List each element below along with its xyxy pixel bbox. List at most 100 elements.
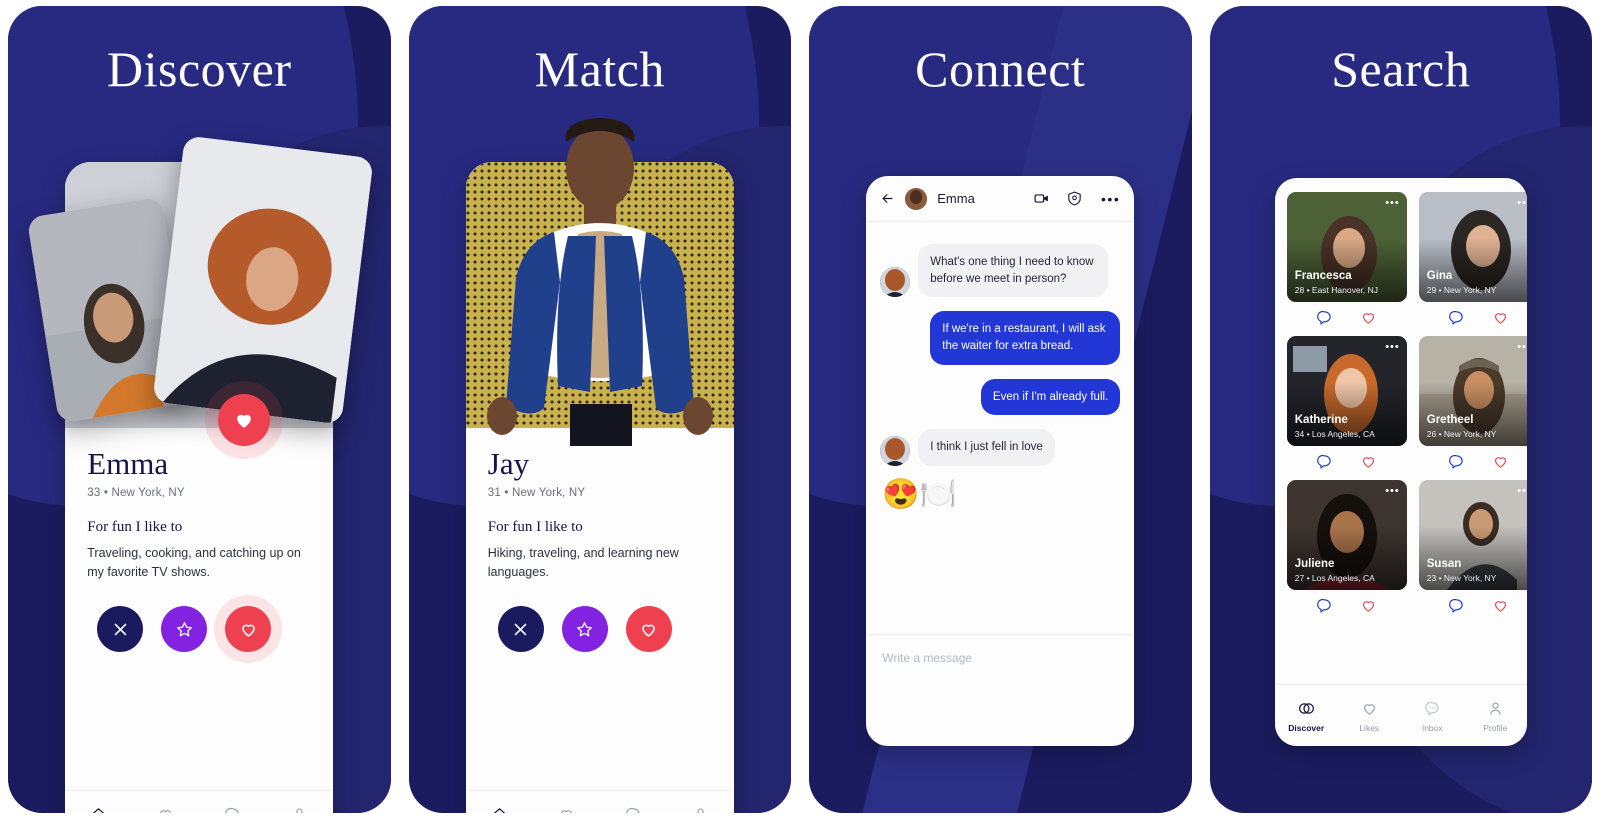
profile-bio: Traveling, cooking, and catching up on m…	[87, 545, 301, 579]
message-composer[interactable]: Write a message	[866, 634, 1135, 746]
profile-actions	[488, 606, 712, 653]
match-person-photo	[450, 116, 750, 451]
profile-card[interactable]: ••• Gretheel 26 • New York, NY	[1418, 336, 1527, 446]
nav-tab-profile[interactable]: Profile	[1464, 699, 1527, 733]
heart-icon	[237, 414, 251, 428]
panel-search: Search ••• Francesca 28 • East Hanover, …	[1209, 6, 1592, 813]
nav-tab-discover[interactable]: Discover	[466, 805, 533, 813]
like-heart-icon[interactable]	[1492, 453, 1509, 470]
message-row-incoming: What's one thing I need to know before w…	[880, 244, 1120, 298]
profile-card[interactable]: ••• Gina 29 • New York, NY	[1418, 192, 1527, 302]
message-icon[interactable]	[1316, 453, 1333, 470]
card-menu-icon[interactable]: •••	[1517, 486, 1527, 497]
video-call-icon[interactable]	[1033, 190, 1050, 207]
grid-item: ••• Katherine 34 • Los Angeles, CA	[1286, 336, 1407, 470]
person-icon	[1464, 699, 1527, 719]
message-icon[interactable]	[1448, 309, 1465, 326]
card-actions	[1287, 446, 1407, 470]
nav-label: Discover	[1288, 722, 1325, 733]
nav-tab-inbox[interactable]: Inbox	[1401, 699, 1464, 733]
message-icon[interactable]	[1316, 309, 1333, 326]
speech-bubble-icon	[199, 805, 266, 813]
like-heart-icon[interactable]	[1360, 453, 1377, 470]
profile-grid: ••• Francesca 28 • East Hanover, NJ •• G…	[1286, 192, 1527, 614]
panel-connect: Connect Emma ••• What's one thing I need…	[809, 6, 1192, 813]
x-icon	[114, 623, 127, 636]
card-menu-icon[interactable]: •••	[1385, 486, 1400, 497]
nav-tab-discover[interactable]: Discover	[1275, 699, 1338, 733]
grid-item: ••• Gina 29 • New York, NY	[1418, 192, 1527, 326]
card-actions	[1287, 302, 1407, 326]
heart-icon	[642, 624, 656, 637]
nav-tab-likes[interactable]: Likes	[132, 805, 199, 813]
profile-card[interactable]: ••• Juliene 27 • Los Angeles, CA	[1286, 480, 1407, 590]
profile-details: Emma 33 • New York, NY For fun I like to…	[65, 428, 333, 653]
nav-tab-profile[interactable]: Profile	[266, 805, 333, 813]
card-name: Gina	[1426, 270, 1453, 282]
star-icon	[577, 621, 593, 637]
profile-card[interactable]: ••• Francesca 28 • East Hanover, NJ	[1286, 192, 1407, 302]
nav-tab-discover[interactable]: Discover	[65, 805, 132, 813]
more-options-icon[interactable]: •••	[1101, 192, 1120, 206]
profile-meta: 31 • New York, NY	[487, 486, 586, 499]
back-arrow-icon[interactable]	[880, 191, 895, 206]
like-heart-icon[interactable]	[1360, 597, 1377, 614]
search-results: ••• Francesca 28 • East Hanover, NJ •• G…	[1275, 178, 1527, 614]
shield-icon[interactable]	[1066, 190, 1083, 207]
card-meta: 34 • Los Angeles, CA	[1294, 429, 1375, 439]
card-actions	[1287, 590, 1407, 614]
profile-card[interactable]: ••• Katherine 34 • Los Angeles, CA	[1286, 336, 1407, 446]
card-menu-icon[interactable]: •••	[1385, 198, 1400, 209]
avatar[interactable]	[905, 187, 928, 210]
bottom-nav: Discover Likes Inbox Profile	[1274, 684, 1527, 746]
like-heart-icon[interactable]	[1360, 309, 1377, 326]
profile-name: Emma	[87, 446, 169, 481]
card-menu-icon[interactable]: •••	[1517, 342, 1527, 353]
bottom-nav: Discover Likes Inbox Profile	[465, 790, 734, 813]
speech-bubble-icon	[600, 805, 667, 813]
profile-card[interactable]: ••• Susan 23 • New York, NY	[1418, 480, 1527, 590]
superlike-button[interactable]	[161, 606, 208, 653]
card-menu-icon[interactable]: •••	[1517, 198, 1527, 209]
like-heart-icon[interactable]	[1492, 597, 1509, 614]
card-meta: 29 • New York, NY	[1426, 285, 1497, 295]
superlike-button[interactable]	[561, 606, 608, 653]
nav-tab-likes[interactable]: Likes	[533, 805, 600, 813]
like-heart-icon[interactable]	[1492, 309, 1509, 326]
message-row-incoming: I think I just fell in love	[880, 429, 1120, 467]
panel-discover: Discover Emma 33 • New York, NY For fun …	[8, 6, 391, 813]
grid-item: ••• Susan 23 • New York, NY	[1418, 480, 1527, 614]
nav-tab-profile[interactable]: Profile	[667, 805, 734, 813]
phone-frame: ••• Francesca 28 • East Hanover, NJ •• G…	[1274, 178, 1527, 746]
panel-title: Discover	[107, 41, 292, 97]
message-icon[interactable]	[1448, 453, 1465, 470]
photo-card-front[interactable]	[152, 135, 374, 425]
card-menu-icon[interactable]: •••	[1385, 342, 1400, 353]
pass-button[interactable]	[97, 606, 144, 653]
avatar	[880, 267, 911, 298]
like-button[interactable]	[625, 606, 672, 653]
heart-icon	[533, 805, 600, 813]
x-icon	[514, 623, 527, 636]
panel-match: Match Jay 31 • New York, NY For fun I li…	[408, 6, 791, 813]
grid-item: ••• Gretheel 26 • New York, NY	[1418, 336, 1527, 470]
like-heart-badge[interactable]	[218, 394, 270, 446]
profile-details: Jay 31 • New York, NY For fun I like to …	[466, 428, 734, 653]
like-button[interactable]	[225, 606, 272, 653]
nav-label: Likes	[1359, 722, 1380, 733]
card-name: Juliene	[1294, 558, 1335, 570]
message-icon[interactable]	[1448, 597, 1465, 614]
nav-tab-likes[interactable]: Likes	[1338, 699, 1401, 733]
screenshot-showcase: Discover Emma 33 • New York, NY For fun …	[0, 0, 1600, 819]
nav-tab-inbox[interactable]: Inbox	[199, 805, 266, 813]
grid-item: ••• Francesca 28 • East Hanover, NJ	[1286, 192, 1407, 326]
profile-bio: Hiking, traveling, and learning new lang…	[487, 545, 679, 579]
message-icon[interactable]	[1316, 597, 1333, 614]
card-actions	[1419, 446, 1527, 470]
avatar	[880, 436, 911, 467]
nav-tab-inbox[interactable]: Inbox	[600, 805, 667, 813]
star-icon	[176, 621, 192, 637]
card-actions	[1419, 302, 1527, 326]
pass-button[interactable]	[497, 606, 544, 653]
person-icon	[667, 805, 734, 813]
